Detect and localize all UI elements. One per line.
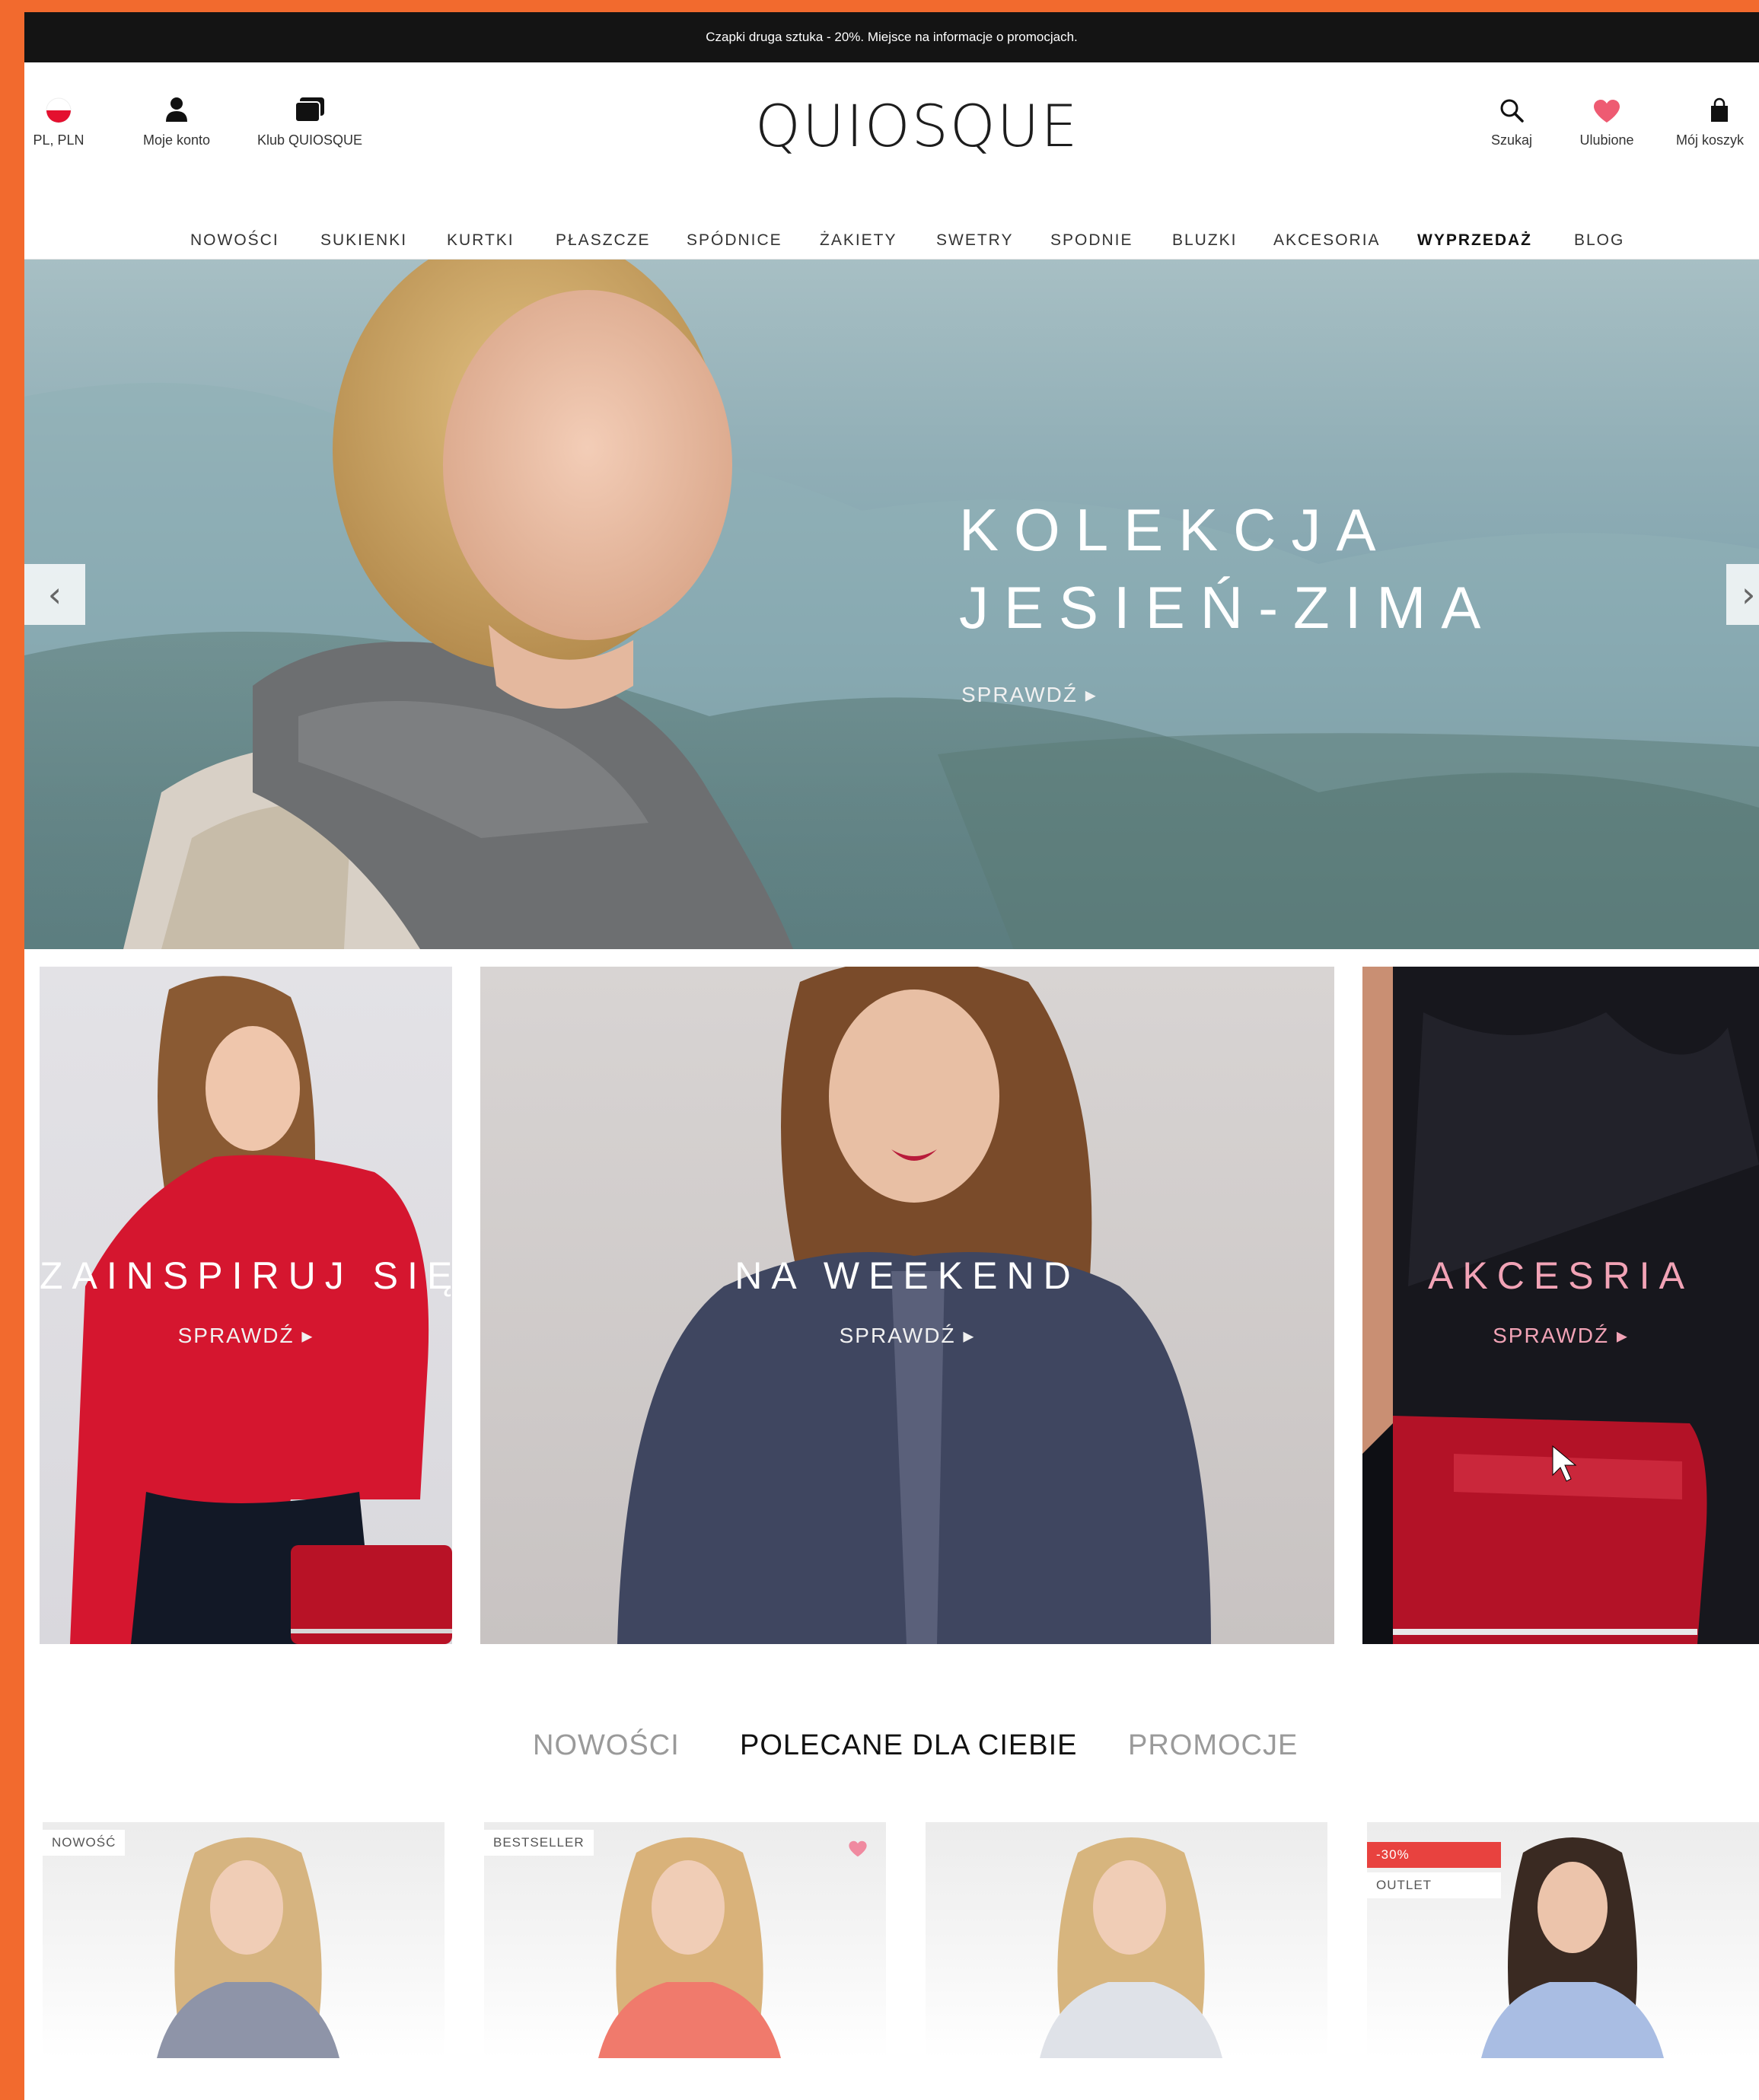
product-card[interactable]: BESTSELLER	[484, 1822, 886, 2058]
nav-item-nowosci[interactable]: NOWOŚCI	[190, 231, 279, 250]
tile-weekend-title: NA WEEKEND	[735, 1254, 1080, 1297]
discount-badge: -30%	[1367, 1842, 1501, 1868]
cart-link[interactable]: Mój koszyk	[1676, 97, 1759, 148]
shopping-bag-icon	[1711, 97, 1728, 122]
hero-prev-button[interactable]: ‹	[24, 564, 85, 625]
hero-title-line2: JESIEŃ-ZIMA	[959, 574, 1496, 641]
locale-label: PL, PLN	[33, 132, 84, 148]
tile-inspiration-cta[interactable]: SPRAWDŹ ▸	[40, 1323, 452, 1348]
search-button[interactable]: Szukaj	[1481, 97, 1542, 148]
tile-accessories-cta[interactable]: SPRAWDŹ ▸	[1362, 1323, 1759, 1348]
nav-item-sukienki[interactable]: SUKIENKI	[320, 231, 407, 250]
product-image	[157, 1837, 339, 2058]
nav-item-blog[interactable]: BLOG	[1574, 231, 1624, 250]
favorites-link[interactable]: Ulubione	[1565, 99, 1649, 148]
user-icon	[166, 97, 187, 122]
club-link[interactable]: Klub QUIOSQUE	[253, 96, 367, 148]
product-badge: OUTLET	[1367, 1872, 1501, 1898]
tab-promocje[interactable]: PROMOCJE	[1128, 1729, 1298, 1762]
product-badge: NOWOŚĆ	[43, 1830, 126, 1856]
tile-inspiration-title: ZAINSPIRUJ SIĘ	[40, 1254, 452, 1297]
tile-weekend-image	[617, 967, 1211, 1644]
poland-flag-icon	[46, 97, 72, 123]
product-badge: BESTSELLER	[484, 1830, 594, 1856]
club-card-icon	[295, 97, 324, 123]
nav-item-spodnice[interactable]: SPÓDNICE	[687, 231, 782, 250]
nav-item-akcesoria[interactable]: AKCESORIA	[1273, 231, 1381, 250]
product-card[interactable]	[926, 1822, 1327, 2058]
locale-switcher[interactable]: PL, PLN	[32, 97, 85, 148]
product-image	[598, 1837, 781, 2058]
hero-cta-link[interactable]: SPRAWDŹ ▸	[961, 682, 1098, 707]
tile-inspiration-image	[70, 976, 452, 1644]
category-tile-accessories[interactable]: AKCESRIA SPRAWDŹ ▸	[1362, 967, 1759, 1644]
product-image	[1040, 1837, 1222, 2058]
chevron-right-icon: ›	[1741, 574, 1756, 615]
tab-nowosci[interactable]: NOWOŚCI	[533, 1729, 680, 1762]
account-label: Moje konto	[142, 132, 211, 148]
promo-text: Czapki druga sztuka - 20%. Miejsce na in…	[706, 30, 1078, 44]
favorite-heart-icon[interactable]	[848, 1840, 868, 1857]
nav-item-swetry[interactable]: SWETRY	[936, 231, 1013, 250]
nav-item-wyprzedaz[interactable]: WYPRZEDAŻ	[1417, 231, 1532, 250]
heart-icon	[1594, 100, 1620, 123]
tile-accessories-title: AKCESRIA	[1428, 1254, 1694, 1297]
tile-accessories-image	[1362, 967, 1759, 1644]
nav-item-spodnie[interactable]: SPODNIE	[1050, 231, 1133, 250]
promo-bar: Czapki druga sztuka - 20%. Miejsce na in…	[24, 12, 1759, 62]
product-card[interactable]: NOWOŚĆ	[43, 1822, 445, 2058]
search-label: Szukaj	[1490, 132, 1533, 148]
product-card[interactable]: -30% OUTLET	[1367, 1822, 1759, 2058]
hero-next-button[interactable]: ›	[1726, 564, 1759, 625]
category-tile-inspiration[interactable]: ZAINSPIRUJ SIĘ SPRAWDŹ ▸	[40, 967, 452, 1644]
nav-item-plaszcze[interactable]: PŁASZCZE	[556, 231, 651, 250]
hero-title-line1: KOLEKCJA	[959, 496, 1391, 563]
club-label: Klub QUIOSQUE	[257, 132, 363, 148]
account-link[interactable]: Moje konto	[131, 96, 222, 148]
nav-item-kurtki[interactable]: KURTKI	[447, 231, 515, 250]
page: Czapki druga sztuka - 20%. Miejsce na in…	[24, 12, 1759, 2100]
tab-polecane[interactable]: POLECANE DLA CIEBIE	[740, 1729, 1078, 1762]
search-icon	[1500, 99, 1524, 123]
category-tile-weekend[interactable]: NA WEEKEND SPRAWDŹ ▸	[480, 967, 1334, 1644]
cart-label: Mój koszyk	[1676, 132, 1745, 148]
nav-item-zakiety[interactable]: ŻAKIETY	[820, 231, 897, 250]
favorites-label: Ulubione	[1579, 132, 1634, 148]
tile-weekend-cta[interactable]: SPRAWDŹ ▸	[480, 1323, 1334, 1348]
hero-slider[interactable]: KOLEKCJA JESIEŃ-ZIMA SPRAWDŹ ▸ ‹ ›	[24, 260, 1759, 949]
chevron-left-icon: ‹	[47, 574, 62, 615]
hero-image	[24, 260, 1759, 949]
site-logo[interactable]: QUIOSQUE	[755, 97, 1077, 155]
nav-item-bluzki[interactable]: BLUZKI	[1172, 231, 1238, 250]
